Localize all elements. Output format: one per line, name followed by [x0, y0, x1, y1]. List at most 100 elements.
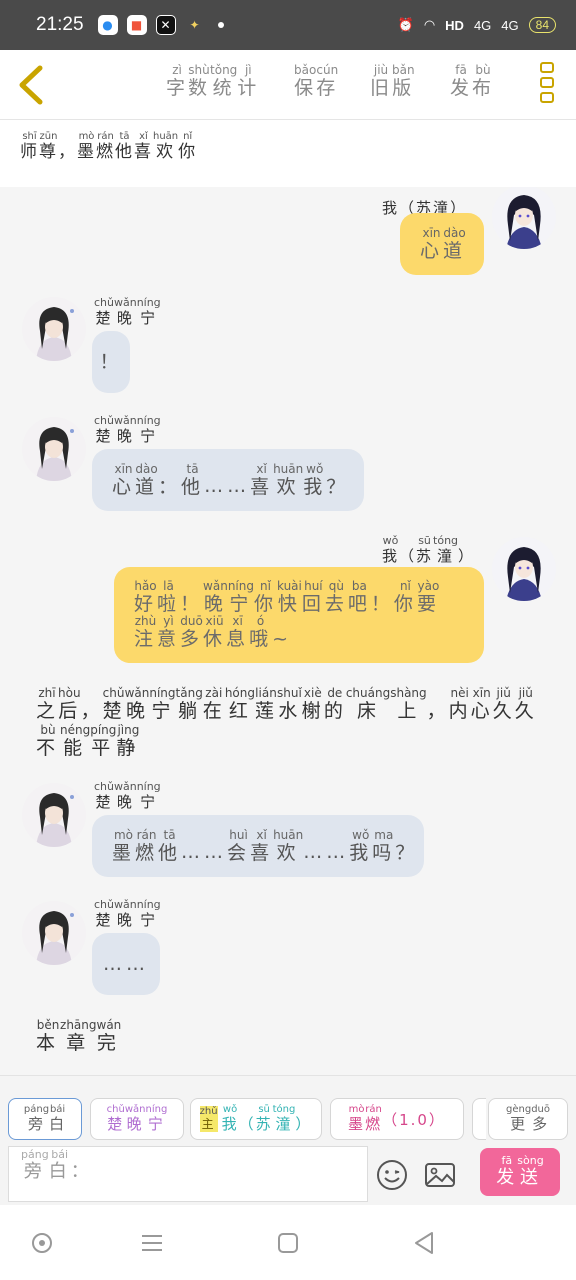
- message-input[interactable]: 旁páng白bái：: [8, 1146, 368, 1202]
- message-bubble[interactable]: 墨mò 燃rán 他tā…… 会huì 喜xǐ 欢huān…… 我wǒ 吗ma？: [92, 815, 424, 877]
- ruby-char: 快kuài: [277, 579, 302, 616]
- ruby-char: 会huì: [227, 827, 251, 864]
- ruby-char: 我wǒ: [221, 1104, 239, 1133]
- ruby-char: 宁níng: [149, 686, 176, 722]
- ruby-char: 喜xǐ: [250, 461, 274, 498]
- role-chip-chu-wanning[interactable]: 楚chǔ 晚wǎn 宁níng: [90, 1098, 184, 1140]
- ruby-char: 楚chǔ: [94, 414, 114, 445]
- ruby-char: 数shù: [188, 63, 211, 99]
- bubble-line: 好hǎo啦lā！ 晚wǎn宁níng你nǐ快kuài回huí去qù吧ba！ 你n…: [134, 579, 440, 616]
- battery-level: 84: [528, 17, 556, 33]
- ruby-char: 红hóng: [224, 686, 255, 722]
- speaker-name: 楚chǔ晚wǎn宁níng: [94, 898, 161, 930]
- ruby-char: 章zhāng: [60, 1018, 97, 1054]
- message-bubble[interactable]: ……: [92, 933, 160, 995]
- chat-area: 我 （ 苏 潼 ） 心xīn 道dào 楚chǔ晚wǎn宁níng ！ 楚chǔ晚…: [0, 187, 576, 1075]
- ruby-char: 旧jiù: [370, 63, 393, 99]
- role-chip-partial[interactable]: [472, 1098, 486, 1140]
- role-chip-narrator[interactable]: 旁páng 白bái: [8, 1098, 82, 1140]
- ruby-char: 的de: [323, 686, 346, 722]
- ruby-char: ！: [370, 593, 394, 616]
- ruby-char: 晚wǎn: [113, 296, 137, 327]
- ruby-char: ：: [158, 475, 182, 498]
- narration-line: 之zhī后hòu， 楚chǔ晚wǎn宁níng躺tǎng在zài红hóng莲li…: [36, 686, 556, 724]
- speaker-name: 楚chǔ晚wǎn宁níng: [94, 780, 161, 812]
- ruby-char: 宁níng: [136, 780, 161, 811]
- ruby-char: 我: [382, 199, 400, 217]
- ruby-char: 心xīn: [420, 225, 444, 262]
- ruby-char: 宁níng: [145, 1104, 168, 1133]
- ruby-char: 之zhī: [36, 686, 59, 722]
- ruby-char: 休xiū: [203, 614, 227, 650]
- ruby-char: ，: [426, 700, 449, 722]
- more-menu-icon[interactable]: [540, 62, 554, 106]
- ruby-char: 旁páng: [23, 1104, 50, 1133]
- ruby-char: 我wǒ: [349, 827, 373, 864]
- ruby-char: 要yào: [416, 579, 440, 616]
- ruby-char: （: [399, 547, 417, 565]
- message-bubble[interactable]: ！: [92, 331, 130, 393]
- hd-label: HD: [445, 17, 464, 33]
- message-bubble[interactable]: 心xīn 道dào: [400, 213, 484, 275]
- ruby-char: 更gèng: [506, 1104, 532, 1133]
- avatar-su-tong[interactable]: [492, 537, 556, 601]
- role-chip-mo-ran[interactable]: 墨mò 燃rán （1.0）: [330, 1098, 464, 1140]
- word-count-button[interactable]: 字zì数shù统tǒng计jì: [166, 63, 260, 100]
- ruby-char: 宁níng: [136, 898, 161, 929]
- status-time: 21:25: [36, 14, 84, 35]
- main-role-badge: 主zhǔ: [199, 1106, 218, 1132]
- ruby-char: 燃rán: [365, 1104, 383, 1133]
- ruby-char: 欢huān: [153, 131, 179, 162]
- avatar-chu-wanning[interactable]: [22, 901, 86, 965]
- ruby-char: 躺tǎng: [175, 686, 203, 722]
- capcut-icon: ✕: [155, 15, 176, 35]
- ruby-char: 晚wǎn: [113, 898, 137, 929]
- narration-text[interactable]: 之zhī后hòu， 楚chǔ晚wǎn宁níng躺tǎng在zài红hóng莲li…: [36, 686, 556, 761]
- wifi-icon: ◠: [423, 17, 436, 32]
- ruby-char: 晚wǎn: [124, 686, 150, 722]
- ruby-char: 字zì: [166, 63, 189, 99]
- back-icon[interactable]: [14, 64, 50, 106]
- avatar-su-tong[interactable]: [492, 187, 556, 249]
- ruby-char: 心xīn: [112, 461, 136, 498]
- ruby-char: 发fā: [450, 63, 473, 99]
- more-roles-button[interactable]: 更gèng 多duō: [488, 1098, 568, 1140]
- ruby-char: ，: [58, 142, 77, 162]
- ruby-char: 燃rán: [96, 131, 115, 162]
- ruby-char: 久jiǔ: [514, 686, 537, 722]
- chapter-title: 师shī尊zūn， 墨mò燃rán他tā喜xǐ欢huān你nǐ: [0, 121, 576, 187]
- ruby-char: ：: [70, 1161, 93, 1182]
- message-bubble[interactable]: 心xīn 道dào： 他tā…… 喜xǐ 欢huān 我wǒ？: [92, 449, 364, 511]
- avatar-chu-wanning[interactable]: [22, 783, 86, 847]
- image-icon[interactable]: [423, 1158, 457, 1192]
- ruby-char: 苏sū: [255, 1104, 273, 1133]
- chapter-end-text[interactable]: 本běn章zhāng完wán: [36, 1018, 121, 1056]
- speaker-name: 楚chǔ晚wǎn宁níng: [94, 296, 161, 328]
- save-button[interactable]: 保bǎo存cún: [294, 63, 338, 100]
- ruby-char: 潼tóng: [272, 1104, 296, 1133]
- speaker-name: 楚chǔ晚wǎn宁níng: [94, 414, 161, 446]
- menu-icon[interactable]: [138, 1229, 166, 1257]
- role-chip-su-tong[interactable]: 主zhǔ 我wǒ （ 苏sū 潼tóng）: [190, 1098, 322, 1140]
- ruby-char: 他tā: [158, 827, 182, 864]
- ruby-char: 在zài: [202, 686, 225, 722]
- publish-button[interactable]: 发fā布bù: [450, 63, 494, 100]
- message-bubble[interactable]: 好hǎo啦lā！ 晚wǎn宁níng你nǐ快kuài回huí去qù吧ba！ 你n…: [114, 567, 484, 663]
- ruby-char: 白bái: [48, 1148, 71, 1182]
- assistant-icon[interactable]: [28, 1229, 56, 1257]
- send-button[interactable]: 发fā 送sòng: [480, 1148, 560, 1196]
- avatar-chu-wanning[interactable]: [22, 417, 86, 481]
- old-version-button[interactable]: 旧jiù版bǎn: [370, 63, 415, 100]
- back-nav-icon[interactable]: [410, 1229, 438, 1257]
- ruby-char: （: [238, 1115, 256, 1133]
- ruby-char: 他tā: [115, 131, 134, 162]
- signal-label-2: 4G: [501, 17, 519, 33]
- emoji-icon[interactable]: [375, 1158, 409, 1192]
- ruby-char: 内nèi: [448, 686, 471, 722]
- home-icon[interactable]: [274, 1229, 302, 1257]
- ruby-char: 计jì: [237, 63, 260, 99]
- ruby-char: 送sòng: [517, 1154, 544, 1188]
- ruby-char: 本běn: [36, 1018, 61, 1054]
- avatar-chu-wanning[interactable]: [22, 297, 86, 361]
- system-nav-bar: [0, 1205, 576, 1280]
